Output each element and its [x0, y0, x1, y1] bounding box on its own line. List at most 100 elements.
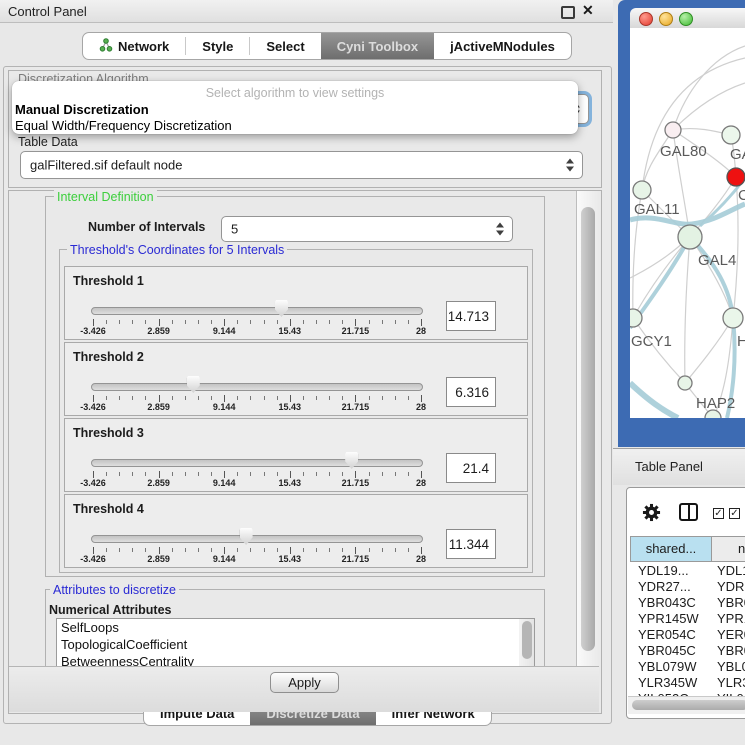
slider-tick: [421, 547, 422, 554]
attribute-list-item[interactable]: TopologicalCoefficient: [57, 636, 534, 653]
slider-tick: [159, 319, 160, 326]
attribute-list-item[interactable]: SelfLoops: [57, 619, 534, 636]
table-cell[interactable]: YPR145W: [627, 611, 708, 627]
threshold-slider-track[interactable]: [91, 535, 423, 543]
table-row[interactable]: YBR045CYBR0: [627, 643, 745, 659]
float-window-icon[interactable]: [561, 6, 575, 19]
slider-tick: [106, 472, 107, 476]
screen: Control Panel ✕ Network Style Select Cyn…: [0, 0, 745, 745]
close-icon[interactable]: ✕: [582, 2, 594, 19]
tab-cyni-toolbox[interactable]: Cyni Toolbox: [321, 33, 434, 59]
threshold-slider-track[interactable]: [91, 459, 423, 467]
network-node[interactable]: [678, 225, 702, 249]
table-row[interactable]: YDR27...YDR2: [627, 579, 745, 595]
slider-tick: [355, 471, 356, 478]
network-canvas[interactable]: GAL80GACGAL11GAL4GCY1HHAP2: [630, 28, 745, 418]
network-node-label: C: [738, 187, 745, 204]
slider-tick: [185, 472, 186, 476]
table-cell[interactable]: YER054C: [627, 627, 708, 643]
algorithm-option-equal-width[interactable]: Equal Width/Frequency Discretization: [12, 118, 578, 134]
network-node[interactable]: [678, 376, 692, 390]
slider-tick: [145, 396, 146, 400]
slider-tick: [264, 548, 265, 552]
vertical-scrollbar-thumb[interactable]: [581, 207, 595, 651]
horizontal-scrollbar-thumb[interactable]: [632, 700, 745, 710]
slider-tick: [395, 320, 396, 324]
network-node[interactable]: [665, 122, 681, 138]
slider-tick: [355, 395, 356, 402]
network-node[interactable]: [723, 308, 743, 328]
number-of-intervals-label: Number of Intervals: [88, 220, 205, 234]
algorithm-option-manual[interactable]: Manual Discretization: [12, 102, 578, 118]
numerical-attributes-label: Numerical Attributes: [49, 603, 171, 617]
threshold-value-field[interactable]: 11.344: [446, 529, 496, 559]
slider-tick: [198, 320, 199, 324]
network-node-label: GA: [730, 146, 745, 163]
interval-definition-group: Interval Definition Number of Intervals …: [45, 196, 545, 577]
table-cell[interactable]: YBL0: [708, 659, 745, 675]
slider-tick: [250, 472, 251, 476]
table-data-combobox[interactable]: galFiltered.sif default node: [20, 151, 583, 179]
table-cell[interactable]: YDR27...: [627, 579, 708, 595]
minimize-traffic-light[interactable]: [659, 12, 673, 26]
slider-tick: [224, 395, 225, 402]
slider-tick: [277, 396, 278, 400]
slider-tick-label: 2.859: [147, 478, 170, 488]
gear-icon[interactable]: [642, 503, 661, 527]
slider-tick: [159, 471, 160, 478]
network-window[interactable]: GAL80GACGAL11GAL4GCY1HHAP2: [618, 0, 745, 447]
table-cell[interactable]: YER0: [708, 627, 745, 643]
tab-style[interactable]: Style: [186, 33, 249, 59]
table-panel-toolbar: ✓ ✓: [627, 488, 745, 533]
table-row[interactable]: YLR345WYLR3: [627, 675, 745, 691]
threshold-value-field[interactable]: 6.316: [446, 377, 496, 407]
table-cell[interactable]: YDL19...: [627, 563, 708, 579]
table-cell[interactable]: YLR3: [708, 675, 745, 691]
table-panel-title: Table Panel: [635, 459, 703, 474]
network-node[interactable]: [727, 168, 745, 186]
network-node[interactable]: [722, 126, 740, 144]
table-cell[interactable]: YBR0: [708, 643, 745, 659]
list-scrollbar-thumb[interactable]: [522, 621, 532, 659]
column-header-shared[interactable]: shared...: [630, 536, 712, 562]
table-cell[interactable]: YBL079W: [627, 659, 708, 675]
table-cell[interactable]: YBR045C: [627, 643, 708, 659]
vertical-scrollbar[interactable]: [576, 191, 600, 666]
table-row[interactable]: YPR145WYPR1: [627, 611, 745, 627]
threshold-slider-track[interactable]: [91, 383, 423, 391]
table-cell[interactable]: YPR1: [708, 611, 745, 627]
network-node[interactable]: [630, 309, 642, 327]
slider-tick: [316, 472, 317, 476]
apply-button[interactable]: Apply: [270, 672, 339, 693]
table-cell[interactable]: YDL1: [708, 563, 745, 579]
close-traffic-light[interactable]: [639, 12, 653, 26]
slider-tick: [342, 472, 343, 476]
checkbox-icon[interactable]: ✓: [713, 508, 724, 519]
threshold-slider-track[interactable]: [91, 307, 423, 315]
tab-select[interactable]: Select: [250, 33, 320, 59]
table-row[interactable]: YDL19...YDL1: [627, 563, 745, 579]
threshold-value-field[interactable]: 21.4: [446, 453, 496, 483]
table-row[interactable]: YER054CYER0: [627, 627, 745, 643]
network-window-titlebar[interactable]: [630, 8, 745, 29]
table-cell[interactable]: YDR2: [708, 579, 745, 595]
slider-tick: [224, 471, 225, 478]
threshold-value-field[interactable]: 14.713: [446, 301, 496, 331]
table-data-label: Table Data: [18, 135, 78, 149]
checkbox-icon[interactable]: ✓: [729, 508, 740, 519]
table-row[interactable]: YBL079WYBL0: [627, 659, 745, 675]
tab-network[interactable]: Network: [83, 33, 185, 59]
table-cell[interactable]: YBR043C: [627, 595, 708, 611]
network-node-label: GAL80: [660, 143, 707, 160]
columns-icon[interactable]: [679, 503, 698, 521]
table-row[interactable]: YBR043CYBR0: [627, 595, 745, 611]
thresholds-group-title: Threshold's Coordinates for 5 Intervals: [67, 243, 287, 257]
network-node[interactable]: [633, 181, 651, 199]
number-of-intervals-combobox[interactable]: 5: [221, 216, 513, 242]
column-header-name[interactable]: na: [711, 536, 745, 562]
horizontal-scrollbar[interactable]: [628, 696, 745, 714]
table-cell[interactable]: YBR0: [708, 595, 745, 611]
table-cell[interactable]: YLR345W: [627, 675, 708, 691]
tab-jactivemnodules[interactable]: jActiveMNodules: [434, 33, 571, 59]
zoom-traffic-light[interactable]: [679, 12, 693, 26]
